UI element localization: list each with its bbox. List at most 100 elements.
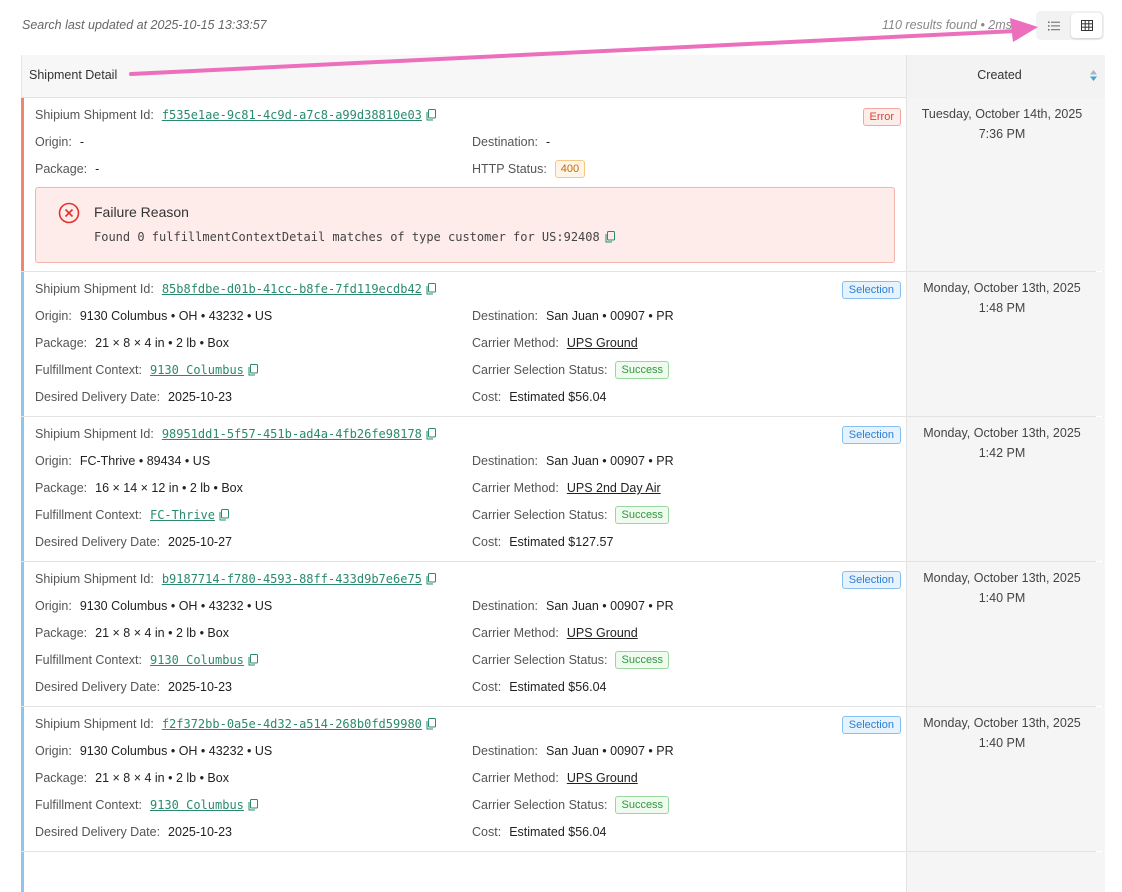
shipment-id-link[interactable]: 85b8fdbe-d01b-41cc-b8fe-7fd119ecdb42 <box>162 282 422 296</box>
shipment-row[interactable]: Error Shipium Shipment Id: f535e1ae-9c81… <box>21 98 1105 272</box>
origin-field: Origin: 9130 Columbus • OH • 43232 • US <box>35 742 272 760</box>
created-time: 1:40 PM <box>978 591 1026 605</box>
http-status-field: HTTP Status: 400 <box>472 160 586 178</box>
carrier-method-value[interactable]: UPS Ground <box>567 336 638 350</box>
copy-icon[interactable] <box>426 283 436 295</box>
destination-value: San Juan • 00907 • PR <box>546 309 674 323</box>
destination-label: Destination: <box>472 135 539 149</box>
fulfillment-context-link[interactable]: 9130 Columbus <box>150 798 244 812</box>
shipment-row[interactable]: Selection Shipium Shipment Id: f2f372bb-… <box>21 707 1105 852</box>
copy-icon[interactable] <box>426 573 436 585</box>
origin-value: 9130 Columbus • OH • 43232 • US <box>79 744 273 758</box>
desired-delivery-field: Desired Delivery Date: 2025-10-23 <box>35 823 232 841</box>
cost-field: Cost: Estimated $56.04 <box>472 823 606 841</box>
copy-icon[interactable] <box>426 718 436 730</box>
origin-value: FC-Thrive • 89434 • US <box>79 454 211 468</box>
column-header-created: Created <box>977 68 1022 82</box>
carrier-status-badge: Success <box>615 361 670 379</box>
status-badge: Selection <box>841 716 901 734</box>
desired-delivery-label: Desired Delivery Date: <box>35 535 161 549</box>
package-label: Package: <box>35 771 88 785</box>
fulfillment-context-label: Fulfillment Context: <box>35 798 142 812</box>
shipment-id-link[interactable]: b9187714-f780-4593-88ff-433d9b7e6e75 <box>162 572 422 586</box>
shipment-id-link[interactable]: f2f372bb-0a5e-4d32-a514-268b0fd59980 <box>162 717 422 731</box>
created-cell: Monday, October 13th, 2025 1:40 PM <box>906 707 1105 851</box>
shipment-id-field: Shipium Shipment Id: 98951dd1-5f57-451b-… <box>35 425 436 443</box>
carrier-method-value[interactable]: UPS 2nd Day Air <box>567 481 661 495</box>
origin-label: Origin: <box>35 454 72 468</box>
carrier-method-field: Carrier Method: UPS 2nd Day Air <box>472 479 661 497</box>
cost-value: Estimated $56.04 <box>509 390 607 404</box>
cost-field: Cost: Estimated $56.04 <box>472 388 606 406</box>
desired-delivery-label: Desired Delivery Date: <box>35 680 161 694</box>
fulfillment-context-label: Fulfillment Context: <box>35 508 142 522</box>
destination-label: Destination: <box>472 599 539 613</box>
shipment-row[interactable]: Selection Shipium Shipment Id: 98951dd1-… <box>21 417 1105 562</box>
copy-icon[interactable] <box>248 364 258 376</box>
column-header-shipment-detail: Shipment Detail <box>29 68 118 82</box>
shipment-id-link[interactable]: 98951dd1-5f57-451b-ad4a-4fb26fe98178 <box>162 427 422 441</box>
created-cell <box>906 852 1105 892</box>
fulfillment-context-field: Fulfillment Context: 9130 Columbus <box>35 796 258 814</box>
created-time: 1:40 PM <box>978 736 1026 750</box>
cost-label: Cost: <box>472 535 502 549</box>
created-time: 7:36 PM <box>978 127 1026 141</box>
fulfillment-context-link[interactable]: 9130 Columbus <box>150 363 244 377</box>
package-value: 16 × 14 × 12 in • 2 lb • Box <box>95 481 243 495</box>
copy-icon[interactable] <box>426 428 436 440</box>
shipment-row[interactable] <box>21 852 1105 892</box>
created-date: Monday, October 13th, 2025 <box>923 426 1081 440</box>
table-view-button[interactable] <box>1071 13 1102 38</box>
destination-field: Destination: - <box>472 133 550 151</box>
row-status-stripe <box>21 272 24 416</box>
cost-value: Estimated $56.04 <box>509 825 607 839</box>
created-cell: Monday, October 13th, 2025 1:48 PM <box>906 272 1105 416</box>
created-datetime: Monday, October 13th, 2025 1:42 PM <box>907 423 1097 463</box>
sort-icon <box>1090 70 1097 81</box>
package-value: - <box>95 162 100 176</box>
carrier-method-value[interactable]: UPS Ground <box>567 626 638 640</box>
destination-label: Destination: <box>472 454 539 468</box>
view-toggle <box>1036 11 1104 40</box>
created-cell: Tuesday, October 14th, 2025 7:36 PM <box>906 98 1105 271</box>
fulfillment-context-link[interactable]: FC-Thrive <box>150 508 215 522</box>
package-field: Package: 21 × 8 × 4 in • 2 lb • Box <box>35 624 229 642</box>
created-time: 1:42 PM <box>978 446 1026 460</box>
desired-delivery-value: 2025-10-23 <box>168 825 232 839</box>
destination-field: Destination: San Juan • 00907 • PR <box>472 307 674 325</box>
destination-value: San Juan • 00907 • PR <box>546 744 674 758</box>
package-label: Package: <box>35 481 88 495</box>
package-label: Package: <box>35 336 88 350</box>
shipment-row[interactable]: Selection Shipium Shipment Id: b9187714-… <box>21 562 1105 707</box>
column-header-created-cell[interactable]: Created <box>906 55 1105 98</box>
fulfillment-context-label: Fulfillment Context: <box>35 363 142 377</box>
cost-label: Cost: <box>472 390 502 404</box>
copy-icon[interactable] <box>219 509 230 521</box>
error-circle-icon <box>58 202 80 224</box>
list-view-button[interactable] <box>1038 13 1069 38</box>
shipment-id-field: Shipium Shipment Id: b9187714-f780-4593-… <box>35 570 436 588</box>
shipment-row[interactable]: Selection Shipium Shipment Id: 85b8fdbe-… <box>21 272 1105 417</box>
desired-delivery-value: 2025-10-23 <box>168 680 232 694</box>
copy-icon[interactable] <box>605 231 615 243</box>
carrier-method-value[interactable]: UPS Ground <box>567 771 638 785</box>
carrier-status-badge: Success <box>615 796 670 814</box>
shipment-id-label: Shipium Shipment Id: <box>35 108 154 122</box>
shipment-id-link[interactable]: f535e1ae-9c81-4c9d-a7c8-a99d38810e03 <box>162 108 422 122</box>
created-date: Monday, October 13th, 2025 <box>923 716 1081 730</box>
shipment-id-field: Shipium Shipment Id: f2f372bb-0a5e-4d32-… <box>35 715 436 733</box>
created-datetime: Tuesday, October 14th, 2025 7:36 PM <box>907 104 1097 144</box>
package-field: Package: - <box>35 160 99 178</box>
destination-label: Destination: <box>472 744 539 758</box>
destination-label: Destination: <box>472 309 539 323</box>
fulfillment-context-link[interactable]: 9130 Columbus <box>150 653 244 667</box>
copy-icon[interactable] <box>248 654 258 666</box>
copy-icon[interactable] <box>426 109 436 121</box>
copy-icon[interactable] <box>248 799 258 811</box>
carrier-status-badge: Success <box>615 651 670 669</box>
carrier-status-field: Carrier Selection Status: Success <box>472 361 670 379</box>
status-badge: Selection <box>841 571 901 589</box>
cost-field: Cost: Estimated $56.04 <box>472 678 606 696</box>
created-datetime: Monday, October 13th, 2025 1:40 PM <box>907 713 1097 753</box>
desired-delivery-field: Desired Delivery Date: 2025-10-23 <box>35 388 232 406</box>
